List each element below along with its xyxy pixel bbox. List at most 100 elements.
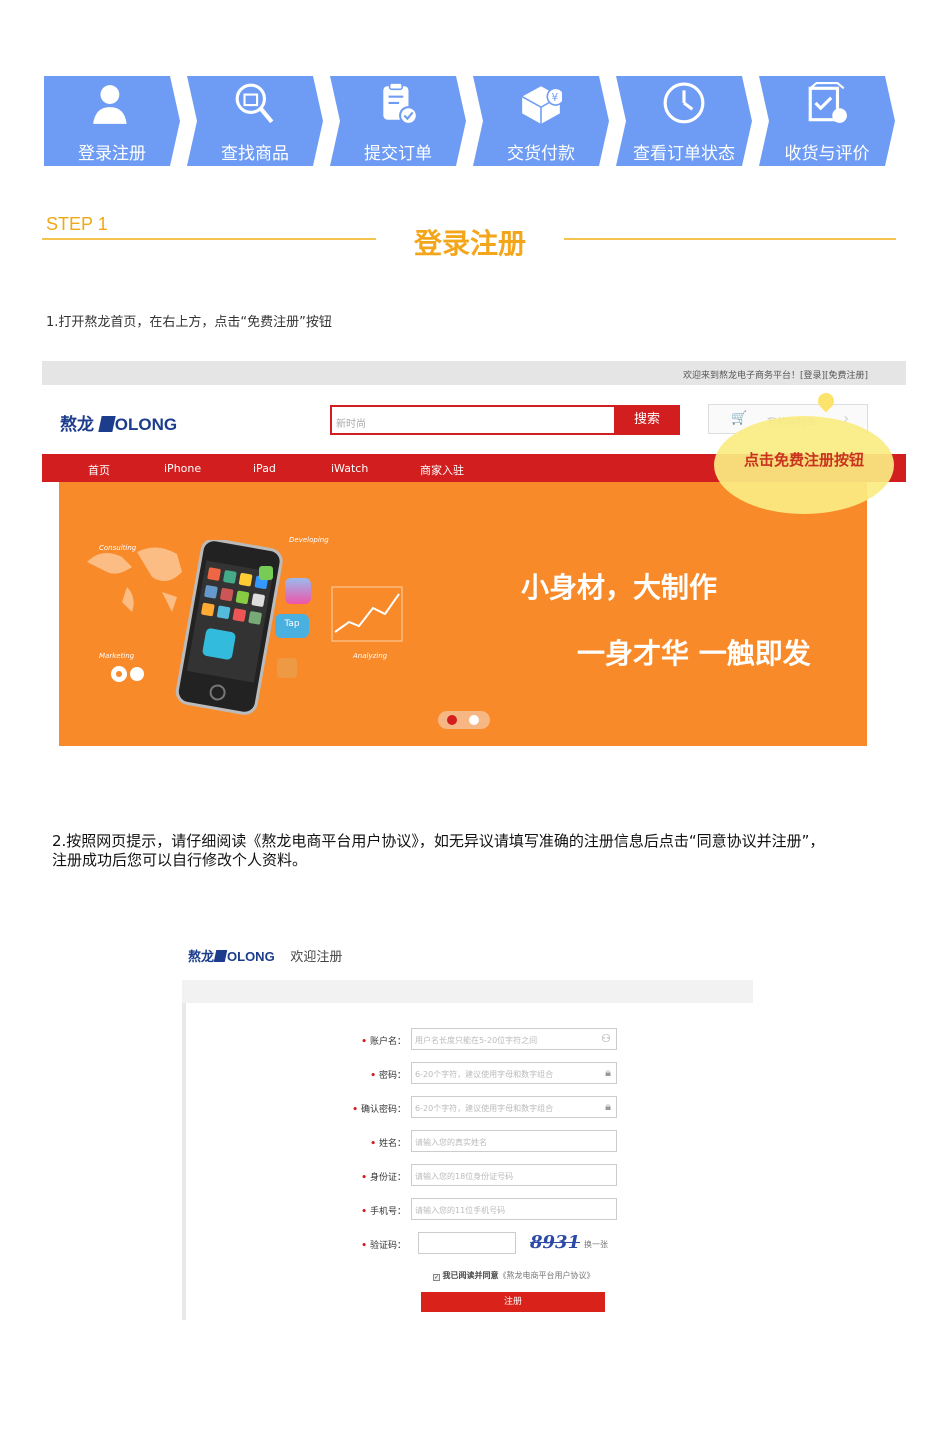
nav-item-merchant[interactable]: 商家入驻 xyxy=(420,462,464,478)
label-text: 确认密码： xyxy=(360,1105,406,1115)
label-text: 密码： xyxy=(378,1071,406,1081)
placeholder-text: 请输入您的真实姓名 xyxy=(415,1138,487,1147)
field-label-phone: • 手机号： xyxy=(361,1207,406,1217)
step-3: 提交订单 xyxy=(330,76,466,166)
step-number: STEP 1 xyxy=(46,214,108,234)
app-icon-2 xyxy=(277,658,297,678)
carousel-dot-1[interactable] xyxy=(447,715,457,725)
step-label: 交货付款 xyxy=(507,144,575,164)
label-text: 身份证： xyxy=(369,1173,406,1183)
register-heading: 欢迎注册 xyxy=(290,950,343,965)
step-label: 查找商品 xyxy=(221,144,289,164)
svg-text:¥: ¥ xyxy=(551,92,558,104)
pie-chart-icon xyxy=(111,666,144,682)
homepage-screenshot: 欢迎来到熬龙电子商务平台！[登录][免费注册] 熬龙 OLONG 新时尚 搜索 … xyxy=(42,361,906,749)
step-4: ¥ 交货付款 xyxy=(473,76,609,166)
field-row-password: • 密码： 6-20个字符，建议使用字母和数字组合 🔒︎ xyxy=(182,1062,753,1084)
tap-linker-icon: Tap xyxy=(275,614,309,638)
captcha-refresh-link[interactable]: 换一张 xyxy=(584,1239,608,1250)
search-button[interactable]: 搜索 xyxy=(614,405,680,435)
app-icon-3 xyxy=(259,566,273,580)
field-label-username: • 账户名： xyxy=(361,1037,406,1047)
user-icon xyxy=(93,85,127,124)
search-bag-icon xyxy=(235,83,274,124)
logo-mark-icon xyxy=(213,950,228,962)
field-row-confirm-password: • 确认密码： 6-20个字符，建议使用字母和数字组合 🔒︎ xyxy=(182,1096,753,1118)
field-label-password: • 密码： xyxy=(370,1071,406,1081)
nav-item-iwatch[interactable]: iWatch xyxy=(331,462,368,475)
tag-analyzing: Analyzing xyxy=(353,652,388,660)
step-label: 收货与评价 xyxy=(784,144,870,164)
cart-icon: 🛒 xyxy=(731,411,748,426)
carousel-dot-2[interactable] xyxy=(469,715,479,725)
logo-cn: 熬龙 xyxy=(60,415,94,434)
divider-left xyxy=(42,238,376,240)
field-row-phone: • 手机号： 请输入您的11位手机号码 xyxy=(182,1198,753,1220)
register-panel-top xyxy=(182,980,753,1003)
tag-consulting: Consulting xyxy=(99,544,137,552)
search-input[interactable]: 新时尚 xyxy=(330,405,616,435)
hero-banner[interactable]: Consulting Developing Marketing Analyzin… xyxy=(59,482,867,746)
label-text: 账户名： xyxy=(369,1037,406,1047)
section-title: 登录注册 xyxy=(413,227,526,260)
lock-icon: 🔒︎ xyxy=(605,1066,611,1079)
agree-row: ✓ 我已阅读并同意《熬龙电商平台用户协议》 xyxy=(433,1270,595,1281)
top-bar-text[interactable]: 欢迎来到熬龙电子商务平台！[登录][免费注册] xyxy=(683,368,868,381)
top-bar: 欢迎来到熬龙电子商务平台！[登录][免费注册] xyxy=(42,361,906,385)
clock-icon xyxy=(663,82,705,124)
register-logo-cn: 熬龙 xyxy=(188,949,215,964)
register-submit-button[interactable]: 注册 xyxy=(421,1292,605,1312)
logo-en: OLONG xyxy=(114,415,178,434)
field-label-captcha: • 验证码： xyxy=(361,1241,406,1251)
tag-marketing: Marketing xyxy=(99,652,135,660)
callout-text: 点击免费注册按钮 xyxy=(743,451,864,469)
confirm-password-input[interactable]: 6-20个字符，建议使用字母和数字组合 🔒︎ xyxy=(411,1096,617,1118)
captcha-image: 8931 xyxy=(530,1232,581,1253)
step-2: 查找商品 xyxy=(187,76,323,166)
captcha-input[interactable] xyxy=(418,1232,516,1254)
field-label-id-card: • 身份证： xyxy=(361,1173,406,1183)
banner-subline: 一身才华 一触即发 xyxy=(577,637,811,670)
site-logo[interactable]: 熬龙 OLONG xyxy=(60,410,177,435)
phone-input[interactable]: 请输入您的11位手机号码 xyxy=(411,1198,617,1220)
nav-item-home[interactable]: 首页 xyxy=(88,462,110,478)
agree-checkbox[interactable]: ✓ xyxy=(433,1274,440,1281)
field-label-confirm-password: • 确认密码： xyxy=(352,1105,406,1115)
placeholder-text: 请输入您的18位身份证号码 xyxy=(415,1172,514,1181)
nav-item-ipad[interactable]: iPad xyxy=(253,462,276,475)
nav-item-iphone[interactable]: iPhone xyxy=(164,462,201,475)
instruction-1: 1.打开熬龙首页，在右上方，点击“免费注册”按钮 xyxy=(46,315,332,330)
lock-icon: 🔒︎ xyxy=(605,1100,611,1113)
package-payment-icon: ¥ xyxy=(521,86,565,124)
divider-right xyxy=(564,238,896,240)
step-label: 查看订单状态 xyxy=(633,144,735,164)
step-5: 查看订单状态 xyxy=(616,76,752,166)
user-icon: ⚇ xyxy=(601,1032,611,1045)
username-input[interactable]: 用户名长度只能在5-20位字符之间 ⚇ xyxy=(411,1028,617,1050)
register-logo: 熬龙 OLONG xyxy=(188,949,278,964)
placeholder-text: 请输入您的11位手机号码 xyxy=(415,1206,506,1215)
register-form: • 账户名： 用户名长度只能在5-20位字符之间 ⚇ • 密码： 6-20个字符，建议… xyxy=(182,1028,753,1268)
analytics-chart-icon xyxy=(331,586,403,642)
label-text: 姓名： xyxy=(378,1139,406,1149)
banner-headline: 小身材，大制作 xyxy=(521,571,718,604)
agreement-link[interactable]: 《熬龙电商平台用户协议》 xyxy=(499,1271,595,1280)
step-label: 提交订单 xyxy=(364,144,432,164)
field-row-username: • 账户名： 用户名长度只能在5-20位字符之间 ⚇ xyxy=(182,1028,753,1050)
field-row-captcha: • 验证码： 8931 换一张 xyxy=(182,1232,753,1254)
register-header: 熬龙 OLONG 欢迎注册 xyxy=(188,946,342,965)
field-label-name: • 姓名： xyxy=(370,1139,406,1149)
register-logo-en: OLONG xyxy=(227,949,275,964)
id-card-input[interactable]: 请输入您的18位身份证号码 xyxy=(411,1164,617,1186)
field-row-id-card: • 身份证： 请输入您的18位身份证号码 xyxy=(182,1164,753,1186)
instruction-2-line-2: 注册成功后您可以自行修改个人资料。 xyxy=(52,851,308,869)
name-input[interactable]: 请输入您的真实姓名 xyxy=(411,1130,617,1152)
step-1: 登录注册 xyxy=(44,76,180,166)
carousel-dots xyxy=(438,711,490,729)
placeholder-text: 用户名长度只能在5-20位字符之间 xyxy=(415,1036,538,1045)
step-label: 登录注册 xyxy=(78,144,146,164)
label-text: 手机号： xyxy=(369,1207,406,1217)
instruction-2-line-1: 2.按照网页提示，请仔细阅读《熬龙电商平台用户协议》，如无异议请填写准确的注册信… xyxy=(52,832,825,850)
step-6: 收货与评价 xyxy=(759,76,895,166)
password-input[interactable]: 6-20个字符，建议使用字母和数字组合 🔒︎ xyxy=(411,1062,617,1084)
